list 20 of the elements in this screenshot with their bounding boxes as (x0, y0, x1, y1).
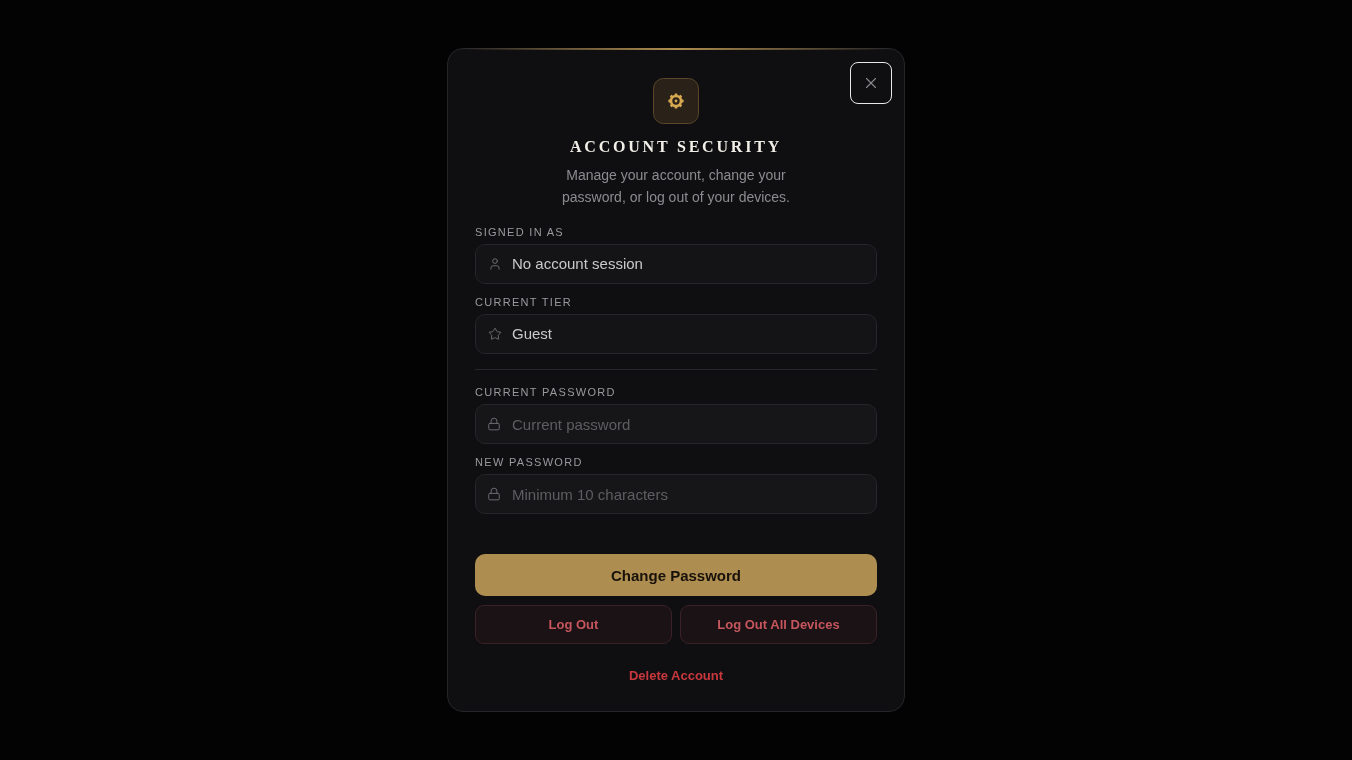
field-label: SIGNED IN AS (475, 225, 565, 239)
close-button[interactable] (850, 62, 892, 104)
current-password-field[interactable]: Current password (475, 404, 877, 444)
field-value: Guest (512, 325, 553, 343)
field-label: CURRENT TIER (475, 295, 574, 309)
user-icon (488, 257, 502, 271)
gear-icon (653, 78, 699, 124)
lock-icon (487, 487, 501, 501)
change-password-button[interactable]: Change Password (475, 554, 877, 596)
new-password-field[interactable]: Minimum 10 characters (475, 474, 877, 514)
star-icon (488, 327, 502, 341)
dialog-title: ACCOUNT SECURITY (568, 137, 784, 157)
log-out-all-devices-button[interactable]: Log Out All Devices (680, 605, 877, 644)
field-label: CURRENT PASSWORD (475, 385, 617, 399)
delete-account-button[interactable]: Delete Account (628, 668, 724, 684)
dialog-subtitle: Manage your account, change your password, or log out of your devices. (561, 166, 791, 207)
field-label: NEW PASSWORD (475, 455, 584, 469)
field-value: No account session (512, 255, 643, 273)
lock-icon (487, 417, 501, 431)
log-out-button[interactable]: Log Out (475, 605, 672, 644)
